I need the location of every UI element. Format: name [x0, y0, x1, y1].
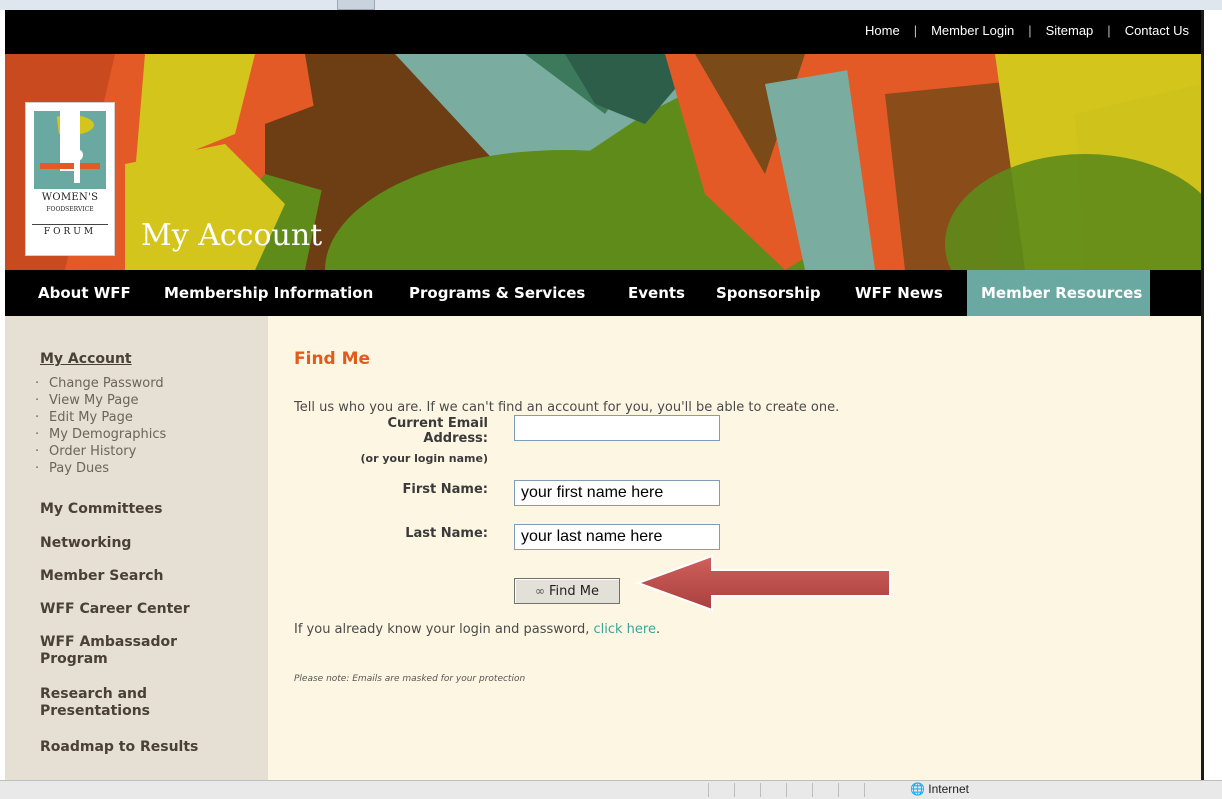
security-zone-label: Internet — [928, 782, 969, 796]
browser-tab[interactable] — [337, 0, 375, 10]
email-mask-note: Please note: Emails are masked for your … — [294, 674, 526, 684]
sidebar-item-label: Change Password — [49, 376, 164, 391]
bullet: · — [35, 427, 40, 442]
separator: | — [1107, 23, 1111, 38]
utility-link-sitemap[interactable]: Sitemap — [1046, 23, 1094, 38]
logo-emblem — [34, 111, 106, 189]
logo-text-forum: FORUM — [32, 224, 108, 237]
utility-bar: Home | Member Login | Sitemap | Contact … — [5, 10, 1201, 54]
status-divider — [734, 783, 735, 797]
bullet: · — [35, 393, 40, 408]
security-zone: 🌐 Internet — [910, 782, 969, 796]
sidebar-item-networking[interactable]: Networking — [40, 535, 131, 552]
login-note: If you already know your login and passw… — [294, 622, 660, 637]
status-divider — [708, 783, 709, 797]
utility-link-member-login[interactable]: Member Login — [931, 23, 1014, 38]
nav-item-membership-information[interactable]: Membership Information — [164, 270, 373, 316]
bullet: · — [35, 410, 40, 425]
bullet: · — [35, 444, 40, 459]
login-note-end: . — [655, 622, 661, 637]
sidebar-item-label: Order History — [49, 444, 137, 459]
sidebar: My Account · Change Password · View My Pag… — [5, 316, 268, 780]
sidebar-item-member-search[interactable]: Member Search — [40, 568, 164, 585]
nav-item-events[interactable]: Events — [628, 270, 685, 316]
sidebar-item-my-demographics[interactable]: · My Demographics — [35, 427, 166, 442]
sidebar-item-label: Edit My Page — [49, 410, 133, 425]
wff-logo[interactable]: WOMEN'S FOODSERVICE FORUM — [25, 102, 115, 256]
separator: | — [913, 23, 918, 38]
sidebar-item-view-my-page[interactable]: · View My Page — [35, 393, 139, 408]
sidebar-item-order-history[interactable]: · Order History — [35, 444, 136, 459]
nav-item-programs-services[interactable]: Programs & Services — [409, 270, 585, 316]
binoculars-icon: ∞ — [535, 584, 545, 598]
nav-item-wff-news[interactable]: WFF News — [855, 270, 943, 316]
intro-text: Tell us who you are. If we can't find an… — [294, 400, 840, 415]
utility-link-contact-us[interactable]: Contact Us — [1125, 23, 1189, 38]
status-divider — [760, 783, 761, 797]
first-name-label: First Name: — [402, 482, 488, 497]
status-divider — [838, 783, 839, 797]
find-me-heading: Find Me — [294, 349, 371, 369]
find-me-button-label: Find Me — [549, 583, 599, 599]
sidebar-title-my-account[interactable]: My Account — [40, 351, 132, 367]
bullet: · — [35, 461, 40, 476]
annotation-arrow-icon — [635, 554, 891, 612]
last-name-field[interactable] — [514, 524, 720, 550]
nav-item-member-resources[interactable]: Member Resources — [967, 270, 1150, 316]
browser-status-bar: 🌐 Internet — [0, 780, 1222, 799]
sidebar-item-research-and-presentations[interactable]: Research and Presentations — [40, 686, 190, 720]
status-divider — [786, 783, 787, 797]
nav-item-sponsorship[interactable]: Sponsorship — [716, 270, 821, 316]
email-field[interactable] — [514, 415, 720, 441]
page-title: My Account — [141, 218, 323, 253]
find-me-button[interactable]: ∞ Find Me — [514, 578, 620, 604]
sidebar-item-label: My Demographics — [49, 427, 167, 442]
logo-text-womens: WOMEN'S — [41, 192, 99, 203]
sidebar-item-roadmap-to-results[interactable]: Roadmap to Results — [40, 739, 198, 756]
click-here-link[interactable]: click here — [593, 622, 655, 637]
bullet: · — [35, 376, 40, 391]
sidebar-item-change-password[interactable]: · Change Password — [35, 376, 164, 391]
login-note-text: If you already know your login and passw… — [294, 622, 594, 637]
email-hint: (or your login name) — [360, 452, 489, 465]
status-divider — [812, 783, 813, 797]
utility-link-home[interactable]: Home — [865, 23, 900, 38]
last-name-label: Last Name: — [405, 526, 488, 541]
main-content: Find Me Tell us who you are. If we can't… — [268, 316, 1201, 780]
sidebar-item-wff-ambassador-program[interactable]: WFF Ambassador Program — [40, 634, 210, 668]
header-banner: WOMEN'S FOODSERVICE FORUM My Account — [5, 54, 1201, 270]
nav-item-about-wff[interactable]: About WFF — [38, 270, 131, 316]
email-label: Current Email Address: — [387, 416, 488, 446]
web-page: Home | Member Login | Sitemap | Contact … — [5, 10, 1201, 780]
sidebar-item-pay-dues[interactable]: · Pay Dues — [35, 461, 109, 476]
sidebar-item-label: Pay Dues — [49, 461, 110, 476]
browser-chrome-top — [0, 0, 1222, 10]
sidebar-item-edit-my-page[interactable]: · Edit My Page — [35, 410, 133, 425]
sidebar-item-label: View My Page — [49, 393, 139, 408]
sidebar-item-my-committees[interactable]: My Committees — [40, 501, 163, 518]
sidebar-item-wff-career-center[interactable]: WFF Career Center — [40, 601, 190, 618]
main-nav: About WFF Membership Information Program… — [5, 270, 1201, 316]
first-name-field[interactable] — [514, 480, 720, 506]
utility-nav: Home | Member Login | Sitemap | Contact … — [865, 23, 1189, 38]
separator: | — [1028, 23, 1032, 38]
logo-text-foodservice: FOODSERVICE — [46, 206, 94, 213]
window-edge — [1201, 10, 1222, 780]
status-divider — [864, 783, 865, 797]
